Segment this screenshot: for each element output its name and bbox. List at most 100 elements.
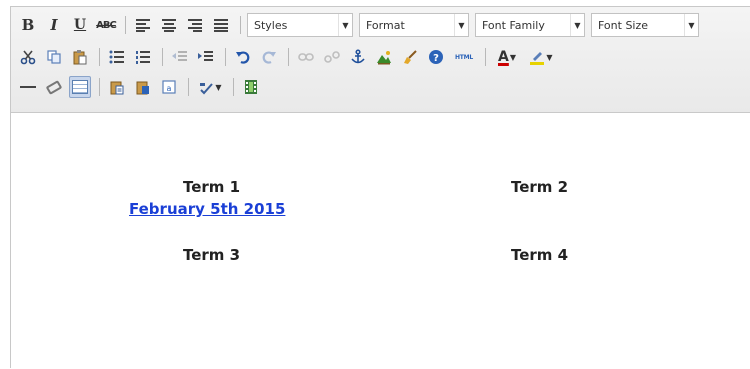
remove-format-button[interactable]: [43, 76, 65, 98]
toolbar-separator: [225, 48, 226, 66]
toolbar-row-2: ? HTML A ▼ ▼: [17, 45, 560, 69]
format-select[interactable]: Format ▼: [359, 13, 469, 37]
font-family-select[interactable]: Font Family ▼: [475, 13, 585, 37]
underline-button[interactable]: U: [69, 14, 91, 36]
toolbar-row-1: B I U ABC Styles ▼ Format ▼ Font Family …: [17, 13, 705, 37]
chevron-down-icon[interactable]: ▼: [338, 14, 352, 36]
numbered-list-button[interactable]: [132, 46, 154, 68]
table-cell-term-1: Term 1: [183, 178, 241, 196]
align-right-button[interactable]: [184, 14, 206, 36]
cleanup-button[interactable]: [399, 46, 421, 68]
italic-button[interactable]: I: [43, 14, 65, 36]
rich-text-editor: B I U ABC Styles ▼ Format ▼ Font Family …: [10, 6, 750, 368]
undo-icon: [236, 51, 250, 64]
indent-button[interactable]: [195, 46, 217, 68]
help-icon: ?: [429, 50, 443, 64]
html-source-button[interactable]: HTML: [451, 46, 477, 68]
text-color-button[interactable]: A ▼: [492, 46, 522, 68]
toolbar-separator: [99, 78, 100, 96]
font-size-select[interactable]: Font Size ▼: [591, 13, 699, 37]
bold-button[interactable]: B: [17, 14, 39, 36]
editor-toolbar: B I U ABC Styles ▼ Format ▼ Font Family …: [11, 7, 750, 113]
bullet-list-icon: [109, 50, 124, 64]
copy-icon: [47, 50, 61, 64]
toolbar-separator: [288, 48, 289, 66]
toolbar-separator: [125, 16, 126, 34]
scissors-icon: [20, 50, 36, 65]
svg-text:a: a: [167, 84, 172, 93]
broom-icon: [404, 50, 417, 64]
image-icon: [377, 51, 391, 65]
table-cell-term-4: Term 4: [511, 246, 569, 264]
spellcheck-button[interactable]: ▼: [195, 76, 225, 98]
highlight-color-button[interactable]: ▼: [526, 46, 556, 68]
text-color-icon: A: [498, 49, 509, 65]
select-all-button[interactable]: a: [158, 76, 180, 98]
styles-select[interactable]: Styles ▼: [247, 13, 353, 37]
chevron-down-icon[interactable]: ▼: [510, 53, 516, 62]
paste-button[interactable]: [69, 46, 91, 68]
anchor-button[interactable]: [347, 46, 369, 68]
align-center-button[interactable]: [158, 14, 180, 36]
table-icon: [72, 80, 88, 94]
help-button[interactable]: ?: [425, 46, 447, 68]
insert-link-button[interactable]: [295, 46, 317, 68]
table-cell-term-2: Term 2: [511, 178, 569, 196]
insert-media-button[interactable]: [240, 76, 262, 98]
indent-icon: [198, 51, 213, 61]
toolbar-separator: [188, 78, 189, 96]
redo-button[interactable]: [258, 46, 280, 68]
select-all-icon: a: [162, 80, 176, 94]
chevron-down-icon[interactable]: ▼: [570, 14, 584, 36]
unlink-icon: [324, 51, 340, 63]
date-link[interactable]: February 5th 2015: [129, 200, 285, 218]
insert-image-button[interactable]: [373, 46, 395, 68]
toolbar-separator: [240, 16, 241, 34]
styles-select-label: Styles: [254, 18, 288, 32]
outdent-button[interactable]: [169, 46, 191, 68]
horizontal-rule-icon: [20, 86, 36, 88]
toolbar-separator: [99, 48, 100, 66]
font-family-select-label: Font Family: [482, 18, 545, 32]
font-size-select-label: Font Size: [598, 18, 649, 32]
html-source-label: HTML: [454, 53, 474, 61]
chevron-down-icon[interactable]: ▼: [546, 53, 552, 62]
insert-table-button[interactable]: [69, 76, 91, 98]
bullet-list-button[interactable]: [106, 46, 128, 68]
redo-icon: [262, 51, 276, 64]
paste-text-icon: [110, 81, 124, 95]
align-justify-icon: [214, 19, 228, 32]
paste-icon: [73, 50, 87, 65]
align-right-icon: [188, 19, 202, 32]
strikethrough-button[interactable]: ABC: [95, 14, 117, 36]
copy-button[interactable]: [43, 46, 65, 68]
toolbar-separator: [233, 78, 234, 96]
align-left-button[interactable]: [132, 14, 154, 36]
align-center-icon: [162, 19, 176, 32]
paste-word-icon: [136, 81, 149, 95]
align-left-icon: [136, 19, 150, 32]
toolbar-separator: [485, 48, 486, 66]
toolbar-row-3: a ▼: [17, 75, 266, 99]
paste-word-button[interactable]: [132, 76, 154, 98]
cut-button[interactable]: [17, 46, 39, 68]
spellcheck-icon: [200, 83, 214, 95]
link-icon: [298, 53, 314, 61]
table-cell-term-3: Term 3: [183, 246, 241, 264]
horizontal-rule-button[interactable]: [17, 76, 39, 98]
outdent-icon: [172, 51, 187, 61]
align-justify-button[interactable]: [210, 14, 232, 36]
svg-text:?: ?: [433, 53, 439, 64]
undo-button[interactable]: [232, 46, 254, 68]
editor-content[interactable]: Term 1 February 5th 2015 Term 2 Term 3 T…: [11, 114, 750, 369]
paste-text-button[interactable]: [106, 76, 128, 98]
anchor-icon: [351, 49, 365, 64]
highlighter-icon: [530, 52, 545, 65]
chevron-down-icon[interactable]: ▼: [215, 83, 221, 92]
unlink-button[interactable]: [321, 46, 343, 68]
toolbar-separator: [162, 48, 163, 66]
chevron-down-icon[interactable]: ▼: [454, 14, 468, 36]
film-icon: [245, 80, 257, 94]
chevron-down-icon[interactable]: ▼: [684, 14, 698, 36]
numbered-list-icon: [136, 51, 150, 64]
